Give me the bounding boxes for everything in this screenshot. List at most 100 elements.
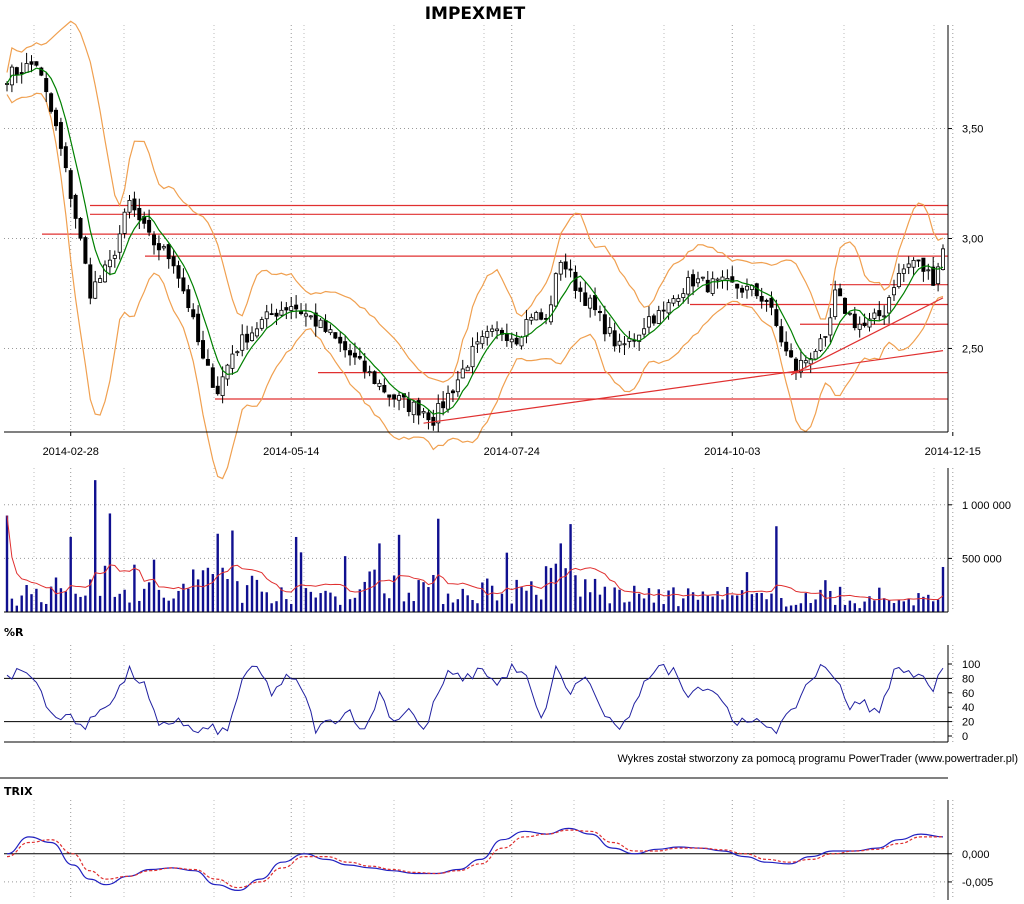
candle-body	[470, 345, 475, 368]
trix-lines	[6, 827, 944, 892]
volume-bar	[98, 595, 102, 612]
volume-bar	[383, 593, 386, 612]
candle-body	[450, 390, 455, 394]
candle-body	[622, 343, 627, 346]
bollinger-bands	[6, 20, 944, 480]
volume-bar	[686, 588, 690, 612]
x-tick-label: 2014-12-15	[925, 446, 981, 458]
candle-body	[269, 313, 274, 315]
volume-bar	[784, 606, 788, 612]
volume-grid	[4, 468, 954, 612]
volume-bar	[829, 590, 832, 612]
y-tick-label: 3,50	[962, 124, 983, 136]
volume-bar	[226, 579, 229, 612]
volume-bar	[5, 515, 9, 612]
volume-bar	[162, 597, 166, 612]
candle-body	[583, 292, 588, 306]
volume-bar	[319, 593, 322, 612]
volume-bar	[299, 552, 303, 612]
candle-body	[769, 297, 774, 308]
candle-body	[387, 394, 392, 398]
volume-bar	[667, 590, 670, 612]
volume-bar	[618, 589, 621, 612]
candle-body	[49, 93, 54, 112]
volume-bar	[241, 602, 244, 612]
volume-bar	[54, 577, 58, 612]
volume-bar	[584, 579, 587, 612]
candle-body	[852, 313, 857, 329]
candle-body	[58, 122, 63, 149]
candle-body	[764, 299, 769, 302]
candle-body	[578, 287, 583, 292]
volume-bar	[250, 575, 254, 612]
candle-body	[842, 297, 847, 314]
volume-bar	[422, 582, 425, 612]
volume-bar	[15, 605, 19, 612]
candle-body	[833, 289, 838, 318]
candle-body	[588, 297, 593, 309]
y-tick-label: 20	[962, 717, 974, 729]
candle-body	[891, 287, 896, 296]
candle-body	[230, 353, 235, 369]
candle-body	[926, 269, 931, 272]
candle-body	[646, 316, 651, 328]
volume-bar	[172, 598, 175, 612]
candle-body	[377, 382, 382, 387]
volume-bar	[721, 599, 724, 612]
candle-body	[838, 288, 843, 297]
volume-bar	[417, 580, 420, 612]
volume-bar	[838, 586, 842, 612]
candle-body	[823, 336, 828, 338]
volume-bar	[255, 579, 259, 612]
trendline	[423, 350, 944, 424]
volume-bar	[245, 585, 249, 612]
candle-body	[225, 364, 230, 380]
candle-body	[617, 340, 622, 346]
trix-label: TRIX	[4, 785, 33, 798]
candle-body	[642, 328, 647, 335]
candle-body	[553, 273, 558, 307]
volume-bar	[221, 567, 224, 612]
candle-body	[147, 219, 152, 233]
volume-bar	[49, 586, 53, 612]
volume-bar	[20, 595, 23, 612]
volume-bar	[363, 581, 366, 612]
candle-body	[441, 401, 446, 409]
candle-body	[112, 254, 117, 259]
volume-bar	[304, 588, 308, 612]
volume-bar	[451, 602, 455, 612]
candlesticks	[5, 52, 946, 432]
volume-bar	[187, 588, 190, 612]
candle-body	[882, 315, 887, 318]
volume-bar	[814, 599, 817, 612]
volume-bar	[887, 600, 891, 612]
volume-bar	[285, 599, 288, 612]
volume-bar	[853, 603, 856, 612]
candle-body	[744, 285, 749, 291]
candle-body	[735, 283, 740, 289]
volume-bar	[147, 582, 151, 612]
volume-bar	[152, 559, 156, 612]
candle-body	[406, 398, 411, 413]
volume-bar	[216, 533, 219, 612]
volume-bar	[637, 593, 641, 612]
volume-bar	[471, 600, 474, 612]
volume-bar	[755, 592, 758, 612]
volume-bar	[441, 604, 445, 612]
williams-r-panel: %R 100 80 60 40 20 0	[4, 626, 980, 743]
candle-body	[78, 217, 83, 239]
candle-body	[593, 295, 598, 311]
bollinger-upper	[6, 20, 944, 383]
candle-body	[308, 315, 313, 318]
candle-body	[602, 314, 607, 335]
candle-body	[524, 319, 529, 337]
volume-bar	[892, 603, 896, 612]
volume-bar	[642, 598, 646, 612]
volume-bar	[843, 605, 847, 612]
candle-body	[475, 341, 480, 345]
candle-body	[284, 307, 289, 311]
candle-body	[896, 272, 901, 288]
volume-bar	[931, 601, 935, 612]
volume-bar	[10, 598, 14, 612]
candle-body	[465, 366, 470, 372]
